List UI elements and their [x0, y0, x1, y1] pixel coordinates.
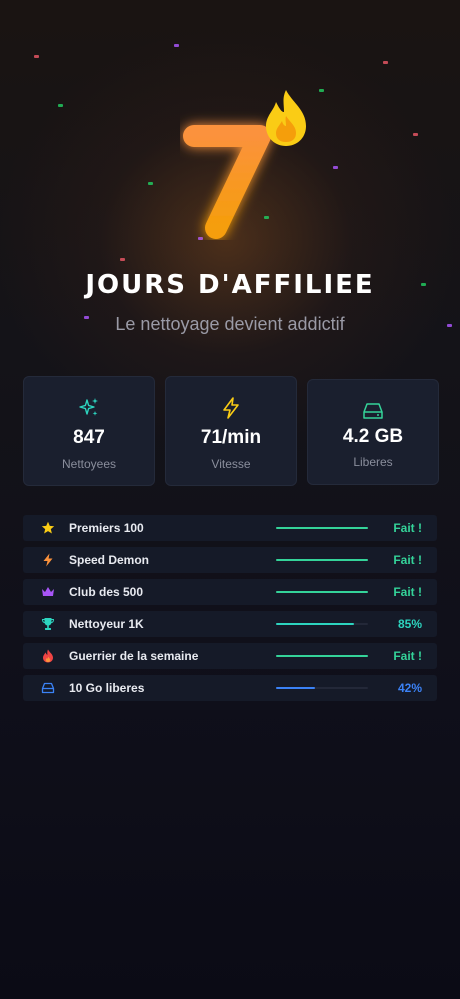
achievement-label: Speed Demon — [69, 553, 150, 567]
flame-icon — [266, 90, 306, 146]
confetti-piece — [174, 44, 179, 47]
achievement-progress-fill — [276, 655, 368, 657]
achievement-progress-bar — [276, 623, 368, 625]
drive-icon — [41, 682, 55, 694]
confetti-piece — [58, 104, 63, 107]
achievement-label: Premiers 100 — [69, 521, 144, 535]
confetti-piece — [383, 61, 388, 64]
achievement-progress-fill — [276, 623, 355, 625]
stat-card-speed: 71/min Vitesse — [165, 376, 297, 486]
lightning-icon — [43, 553, 53, 567]
confetti-piece — [34, 55, 39, 58]
achievement-label: Club des 500 — [69, 585, 144, 599]
stat-value: 71/min — [200, 427, 262, 448]
achievement-progress-bar — [276, 591, 368, 593]
flame-icon — [43, 649, 53, 663]
stat-value: 847 — [73, 427, 105, 448]
achievement-progress-fill — [276, 527, 368, 529]
confetti-piece — [120, 258, 125, 261]
stat-card-freed: 4.2 GB Liberes — [307, 379, 439, 485]
achievement-row: Nettoyeur 1K 85% — [23, 611, 437, 637]
confetti-piece — [333, 166, 338, 169]
page-title: JOURS D'AFFILIEE — [85, 270, 375, 300]
stat-card-cleaned: 847 Nettoyees — [23, 376, 155, 486]
star-icon — [41, 521, 55, 534]
confetti-piece — [413, 133, 418, 136]
achievement-progress-fill — [276, 559, 368, 561]
streak-hero — [180, 90, 320, 240]
achievement-progress-bar — [276, 687, 368, 689]
achievement-status: 85% — [397, 617, 422, 631]
achievement-status: 42% — [397, 681, 422, 695]
stat-label: Vitesse — [211, 457, 251, 471]
achievement-status: Fait ! — [393, 649, 422, 663]
crown-icon — [42, 587, 54, 596]
achievement-progress-fill — [276, 687, 315, 689]
stat-value: 4.2 GB — [342, 426, 404, 447]
sparkles-icon — [79, 398, 98, 416]
trophy-icon — [41, 618, 55, 630]
achievement-label: Nettoyeur 1K — [69, 617, 144, 631]
achievement-status: Fait ! — [393, 585, 422, 599]
achievement-progress-bar — [276, 655, 368, 657]
achievement-status: Fait ! — [393, 553, 422, 567]
achievement-row: Premiers 100 Fait ! — [23, 515, 437, 541]
achievement-progress-fill — [276, 591, 368, 593]
achievement-row: Club des 500 Fait ! — [23, 579, 437, 605]
stat-label: Liberes — [353, 455, 393, 469]
stat-label: Nettoyees — [61, 457, 117, 471]
achievement-status: Fait ! — [393, 521, 422, 535]
achievement-label: Guerrier de la semaine — [69, 649, 199, 663]
lightning-icon — [223, 397, 239, 419]
achievement-progress-bar — [276, 527, 368, 529]
drive-icon — [363, 403, 383, 419]
achievement-row: Speed Demon Fait ! — [23, 547, 437, 573]
page-subtitle: Le nettoyage devient addictif — [115, 314, 345, 334]
achievement-row: Guerrier de la semaine Fait ! — [23, 643, 437, 669]
achievement-progress-bar — [276, 559, 368, 561]
achievement-row: 10 Go liberes 42% — [23, 675, 437, 701]
achievement-label: 10 Go liberes — [69, 681, 145, 695]
confetti-piece — [148, 182, 153, 185]
